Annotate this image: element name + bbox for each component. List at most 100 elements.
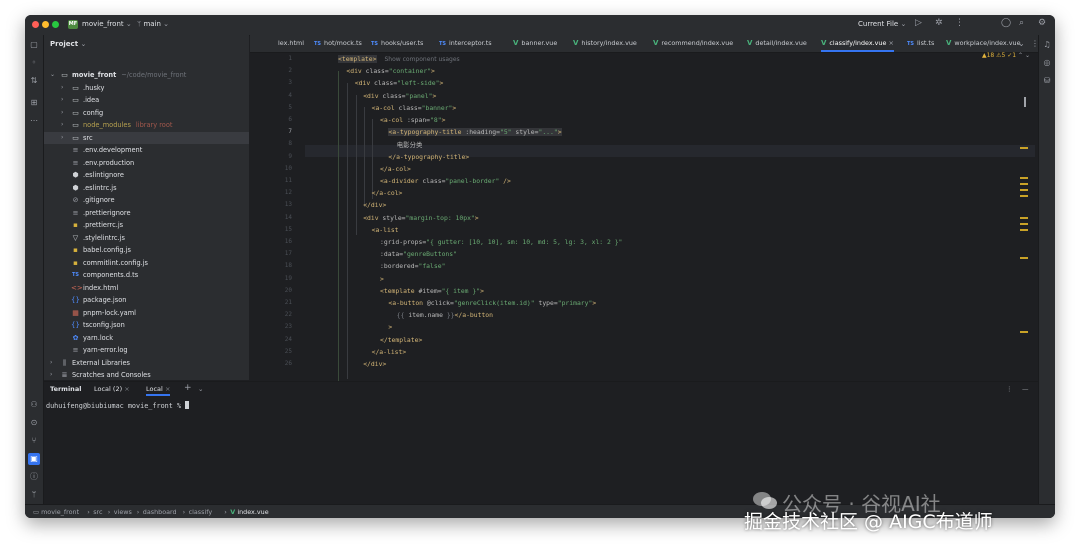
tree-item[interactable]: TS components.d.ts: [44, 269, 249, 281]
database-icon[interactable]: ⛁: [1041, 75, 1053, 87]
problems-info-icon[interactable]: ⓘ: [28, 471, 40, 483]
version-control-icon[interactable]: ᛘ: [28, 489, 40, 501]
close-tab-icon[interactable]: ×: [886, 39, 893, 47]
more-tools-icon[interactable]: ⋯: [28, 115, 40, 127]
editor-tab[interactable]: TS hot/mock.ts: [314, 35, 362, 52]
code-line[interactable]: <div class="container">: [346, 67, 435, 75]
breadcrumb-item[interactable]: ▭ movie_front: [33, 508, 79, 516]
tree-item[interactable]: ▪ babel.config.js: [44, 244, 249, 256]
hide-panel-icon[interactable]: —: [1022, 385, 1029, 393]
code-line[interactable]: <div class="left-side">: [355, 79, 444, 87]
component-usages-hint[interactable]: Show component usages: [385, 56, 460, 63]
terminal-tab-local[interactable]: Local ×: [146, 385, 171, 396]
editor-tab[interactable]: lex.html: [278, 35, 304, 52]
terminal-tab-local-2[interactable]: Local (2) ×: [94, 385, 130, 393]
warning-marker[interactable]: [1020, 195, 1028, 197]
editor-tab[interactable]: TS list.ts: [907, 35, 934, 52]
project-tool-icon[interactable]: ▢: [28, 39, 40, 51]
project-switcher[interactable]: movie_front ⌄: [82, 20, 132, 28]
branch-switcher[interactable]: ᛘ main ⌄: [137, 20, 169, 28]
chevron-right-icon[interactable]: ›: [61, 119, 63, 131]
project-panel-title[interactable]: Project ⌄: [50, 40, 86, 48]
warning-marker[interactable]: [1020, 217, 1028, 219]
run-config-selector[interactable]: Current File ⌄: [858, 20, 906, 28]
code-content[interactable]: <template> Show component usages <div clas…: [250, 52, 1038, 380]
pull-requests-icon[interactable]: ⇅: [28, 75, 40, 87]
search-icon[interactable]: ⌕: [1019, 18, 1024, 28]
close-window-button[interactable]: [32, 21, 39, 28]
editor-tab[interactable]: Vclassify/index.vue ×: [821, 35, 894, 52]
tree-item[interactable]: › ⫼ External Libraries: [44, 357, 249, 369]
scrollbar-thumb[interactable]: [1024, 97, 1026, 107]
code-line[interactable]: </div>: [363, 360, 386, 368]
code-line[interactable]: :bordered="false": [380, 262, 445, 270]
code-line[interactable]: <a-col :span="8">: [380, 116, 445, 124]
tree-item[interactable]: ≡ .env.production: [44, 157, 249, 169]
chevron-right-icon[interactable]: ›: [61, 82, 63, 94]
terminal-tool-icon[interactable]: ▣: [28, 453, 40, 465]
close-icon[interactable]: ×: [165, 385, 170, 393]
tree-item[interactable]: ⌄ ▭ movie_front ~/code/movie_front: [44, 69, 249, 81]
warning-marker[interactable]: [1020, 257, 1028, 259]
structure-tool-icon[interactable]: ⊞: [28, 97, 40, 109]
zoom-window-button[interactable]: [52, 21, 59, 28]
code-line[interactable]: <a-divider class="panel-border" />: [380, 177, 511, 185]
tree-item[interactable]: › ▭ .idea: [44, 94, 249, 106]
warning-marker[interactable]: [1020, 331, 1028, 333]
warning-marker[interactable]: [1020, 229, 1028, 231]
editor-tab[interactable]: Vworkplace/index.vue: [946, 35, 1021, 52]
terminal-prompt[interactable]: duhuifeng@biubiumac movie_front %: [46, 401, 190, 410]
editor-tab[interactable]: Vbanner.vue: [513, 35, 557, 52]
warning-marker[interactable]: [1020, 177, 1028, 179]
notifications-bell-icon[interactable]: ♫: [1041, 39, 1053, 51]
editor-tab[interactable]: TS hooks/user.ts: [371, 35, 423, 52]
code-line[interactable]: >: [380, 275, 384, 283]
code-line[interactable]: :grid-props="{ gutter: [10, 10], sm: 10,…: [380, 238, 622, 246]
tree-item[interactable]: ≡ .env.development: [44, 144, 249, 156]
tree-item[interactable]: › ≣ Scratches and Consoles: [44, 369, 249, 381]
code-line[interactable]: </a-col>: [372, 189, 403, 197]
account-icon[interactable]: ◯: [1001, 18, 1011, 28]
code-line[interactable]: <a-list: [372, 226, 399, 234]
tree-item[interactable]: {} package.json: [44, 294, 249, 306]
ai-assistant-icon[interactable]: ◎: [1041, 57, 1053, 69]
tree-item[interactable]: {} tsconfig.json: [44, 319, 249, 331]
tree-item[interactable]: ▪ commitlint.config.js: [44, 257, 249, 269]
code-line[interactable]: >: [388, 323, 392, 331]
warning-marker[interactable]: [1020, 223, 1028, 225]
code-line[interactable]: </a-list>: [372, 348, 407, 356]
tree-item[interactable]: › ▭ config: [44, 107, 249, 119]
warning-marker[interactable]: [1020, 147, 1028, 149]
run-icon[interactable]: ▷: [915, 18, 922, 28]
chevron-down-icon[interactable]: ⌄: [50, 69, 55, 81]
tree-item[interactable]: <> index.html: [44, 282, 249, 294]
chevron-right-icon[interactable]: ›: [50, 369, 52, 381]
code-line[interactable]: <a-button @click="genreClick(item.id)" t…: [388, 299, 596, 307]
tree-item[interactable]: ⬢ .eslintrc.js: [44, 182, 249, 194]
close-icon[interactable]: ×: [124, 385, 129, 393]
chevron-right-icon[interactable]: ›: [61, 94, 63, 106]
chevron-right-icon[interactable]: ›: [50, 357, 52, 369]
code-line[interactable]: <template> Show component usages: [338, 55, 460, 63]
tree-item[interactable]: ▽ .stylelintrc.js: [44, 232, 249, 244]
tree-item[interactable]: › ▭ .husky: [44, 82, 249, 94]
code-line[interactable]: </a-typography-title>: [388, 153, 469, 161]
code-line[interactable]: <div style="margin-top: 10px">: [363, 214, 478, 222]
warning-marker[interactable]: [1020, 189, 1028, 191]
services-tool-icon[interactable]: ⚇: [28, 399, 40, 411]
tree-item[interactable]: ≡ .prettierignore: [44, 207, 249, 219]
breadcrumb-item[interactable]: src: [93, 508, 102, 516]
code-line[interactable]: </template>: [380, 336, 422, 344]
git-tool-icon[interactable]: ⑂: [28, 435, 40, 447]
breadcrumb-item[interactable]: dashboard: [143, 508, 177, 516]
breadcrumb-item[interactable]: classify: [189, 508, 213, 516]
editor-tab[interactable]: Vdetail/index.vue: [747, 35, 807, 52]
tree-item[interactable]: › ▭ node_modules library root: [44, 119, 249, 131]
chevron-right-icon[interactable]: ›: [61, 132, 63, 144]
code-line[interactable]: </a-col>: [380, 165, 411, 173]
code-line[interactable]: 电影分类: [397, 140, 423, 149]
code-line[interactable]: <a-col class="banner">: [372, 104, 457, 112]
tree-item[interactable]: ⊘ .gitignore: [44, 194, 249, 206]
debug-icon[interactable]: ✲: [935, 18, 943, 28]
code-line[interactable]: <template #item="{ item }">: [380, 287, 484, 295]
